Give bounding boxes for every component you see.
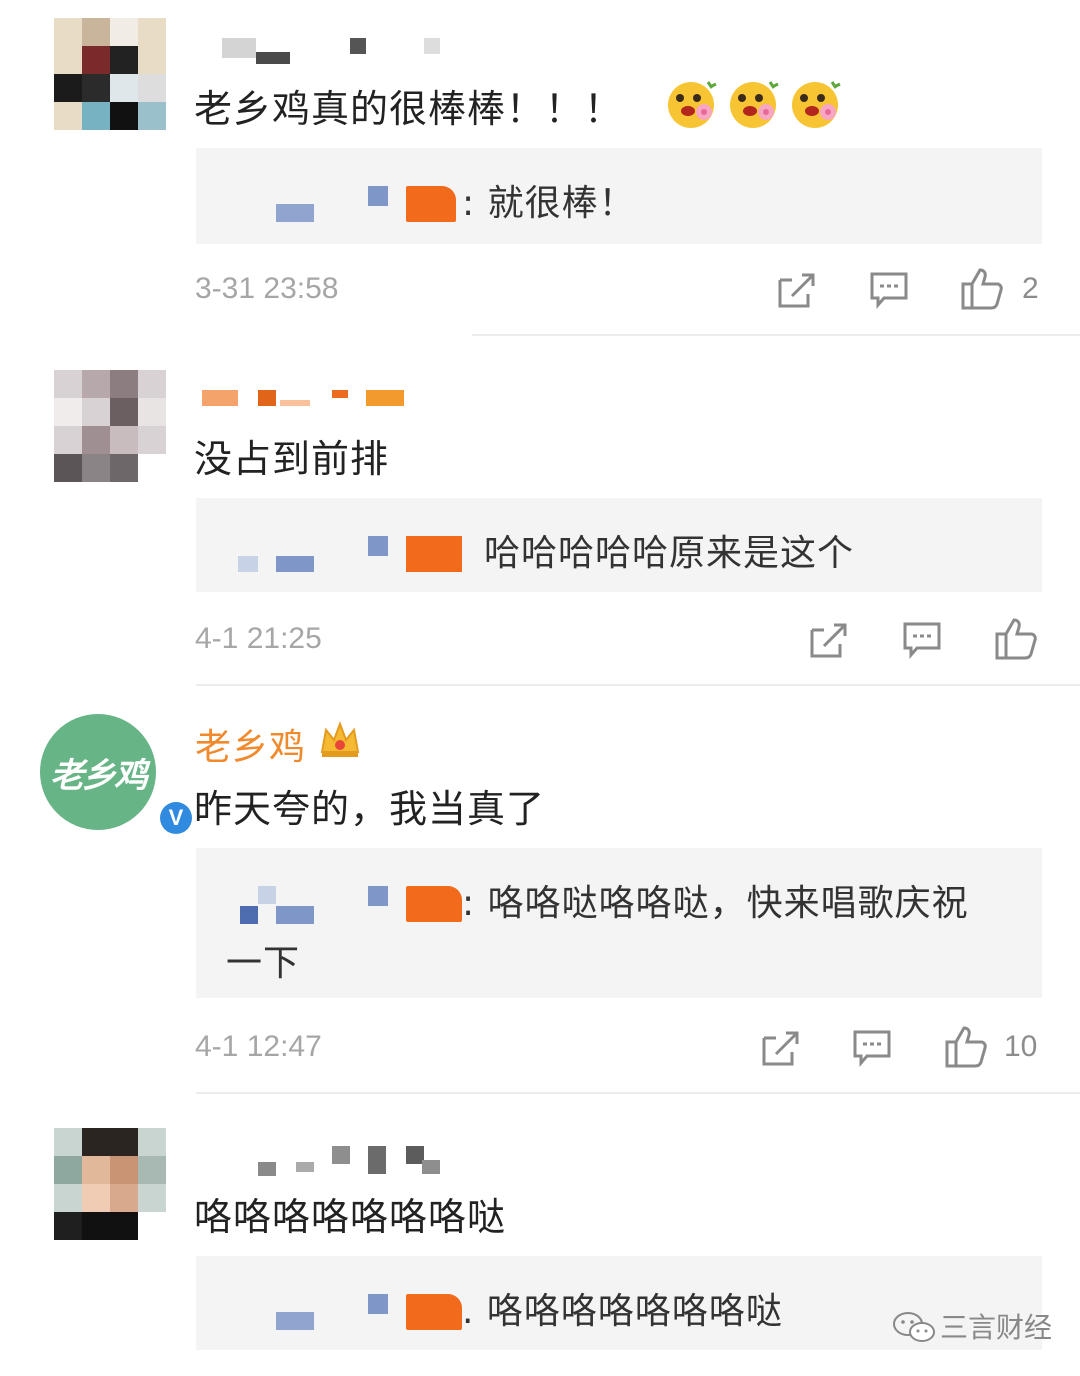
comment-item: 咯咯咯咯咯咯咯哒 . 咯咯咯咯咯咯咯哒 bbox=[0, 0, 1080, 1376]
reply-text: . 咯咯咯咯咯咯咯哒 bbox=[462, 1291, 783, 1332]
watermark-label: 三言财经 bbox=[940, 1311, 1053, 1344]
avatar[interactable] bbox=[54, 1128, 166, 1240]
comment-text: 咯咯咯咯咯咯咯哒 bbox=[194, 1195, 507, 1239]
comment-feed: 老乡鸡真的很棒棒！！！: 就很棒！ 3-31 23:58 2 没占到前排 哈哈… bbox=[0, 0, 1080, 1376]
username-redacted[interactable] bbox=[196, 1146, 456, 1176]
reply-author-redacted[interactable] bbox=[276, 1312, 314, 1330]
wechat-icon bbox=[893, 1312, 935, 1342]
